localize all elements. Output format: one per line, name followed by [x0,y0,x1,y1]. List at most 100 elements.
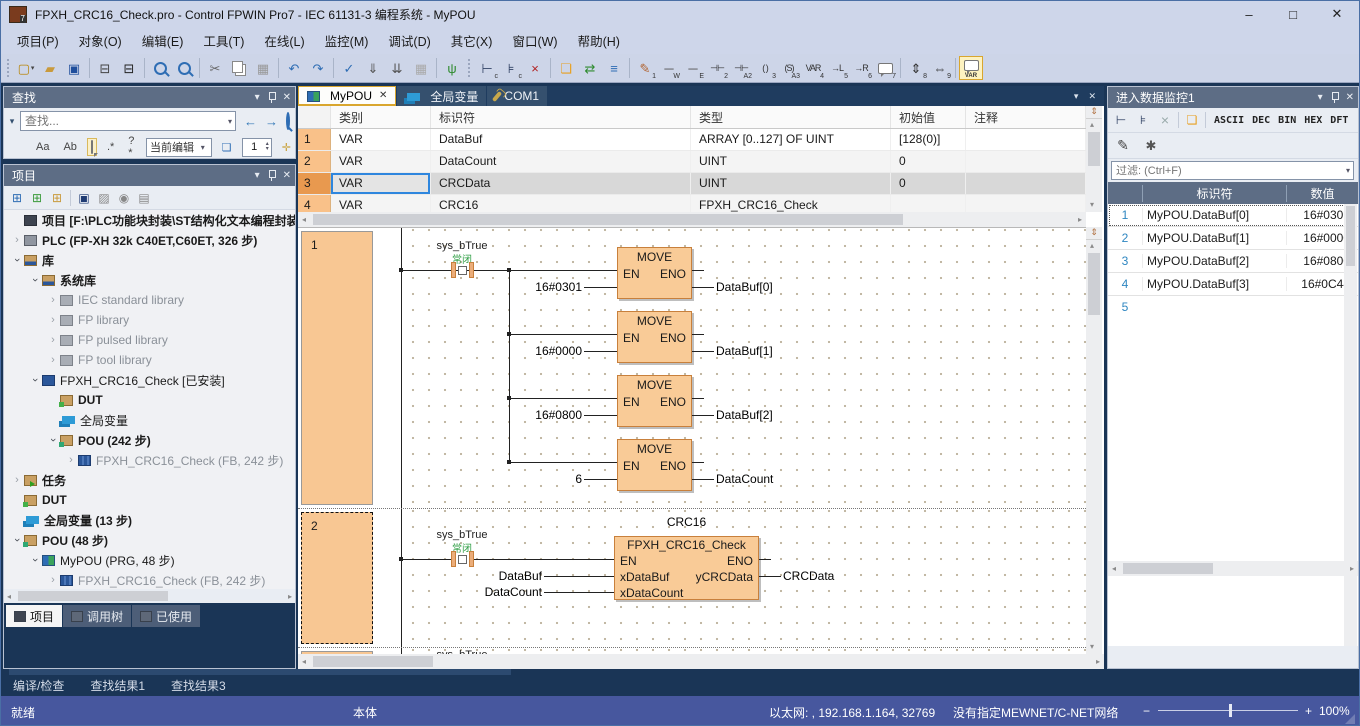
tree-item-1[interactable]: ›PLC (FP-XH 32k C40ET,C60ET, 326 步) [4,230,295,250]
find-next-button[interactable]: → [265,114,278,129]
align-button[interactable]: ≡ [602,56,626,80]
compile-all-button[interactable]: ⇊ [385,56,409,80]
menu-edit[interactable]: 编辑(E) [132,27,194,54]
match-word-toggle[interactable]: Ab [59,138,80,156]
settings-gear-icon[interactable]: ✱ [1142,137,1160,155]
format-dec-button[interactable]: DEC [1252,115,1270,126]
type-cell[interactable]: FPXH_CRC16_Check [691,195,891,212]
page-setup-button[interactable]: ⊟ [93,56,117,80]
monitor-filter-input[interactable] [1112,165,1346,177]
find-results-1-tab[interactable]: 查找结果1 [90,677,145,694]
pages-icon[interactable]: ❏ [218,138,236,157]
comment-cell[interactable] [966,129,1086,150]
monitor-hscrollbar[interactable]: ◂ ▸ [1108,561,1358,576]
chevron-closed-icon[interactable]: › [10,474,24,486]
variable-tool-button[interactable]: VAR4 [801,56,825,80]
tab-mypou[interactable]: MyPOU✕ [298,86,396,106]
tab-close-icon[interactable]: ✕ [379,90,387,101]
comment-cell[interactable] [966,173,1086,194]
dest-operand[interactable]: DataBuf[1] [716,344,773,358]
save-project-button[interactable]: ▣ [62,56,86,80]
row-number-cell[interactable]: 4 [298,195,331,212]
project-tree-hscrollbar[interactable]: ◂ ▸ [4,589,295,603]
ladder-hscrollbar[interactable]: ◂ ▸ [298,654,1104,669]
close-icon[interactable]: ✕ [283,171,291,181]
identifier-cell[interactable]: MyPOU.DataBuf[3] [1142,277,1286,291]
undo-button[interactable]: ↶ [282,56,306,80]
delete-network-button[interactable]: × [523,56,547,80]
zoom-in-button[interactable]: + [1305,704,1312,718]
maximize-button[interactable]: □ [1271,1,1315,27]
object-order-icon[interactable]: ❏ [1183,111,1201,129]
tree-item-18[interactable]: ›FPXH_CRC16_Check (FB, 242 步) [4,570,295,589]
tab-com1[interactable]: COM1 [487,86,547,106]
class-cell[interactable]: VAR [331,129,431,150]
insert-network-after-button[interactable]: ⊧c [499,56,523,80]
wildcard-toggle[interactable]: ?* [124,132,140,162]
panel-menu-icon[interactable]: ▾ [255,93,260,103]
insert-column-button[interactable]: ⇔9 [928,56,952,80]
chevron-open-icon[interactable]: › [29,373,41,387]
initial-value-cell[interactable] [891,195,966,212]
move-block-2[interactable]: MOVEENENO [617,311,692,363]
tree-item-11[interactable]: ›POU (242 步) [4,430,295,450]
tree-item-13[interactable]: ›任务 [4,470,295,490]
menu-others[interactable]: 其它(X) [441,27,503,54]
variable-row-1[interactable]: 1VARDataBufARRAY [0..127] OF UINT[128(0)… [298,129,1086,151]
format-ascii-button[interactable]: ASCII [1214,115,1244,126]
properties-button[interactable]: ▣ [75,189,93,207]
check-program-button[interactable]: ✓ [337,56,361,80]
insert-network-before-button[interactable]: ⊢c [475,56,499,80]
contact-symbol[interactable] [451,551,456,567]
search-input[interactable] [21,114,228,128]
close-button[interactable]: ✕ [1315,1,1359,27]
find-previous-button[interactable]: ← [244,114,257,129]
type-cell[interactable]: ARRAY [0..127] OF UINT [691,129,891,150]
network-1-number-cell[interactable]: 1 [301,231,373,505]
used-tab[interactable]: 已使用 [132,605,200,627]
chevron-open-icon[interactable]: › [29,553,41,567]
variable-row-3[interactable]: 3VARCRCDataUINT0 [298,173,1086,195]
dest-operand[interactable]: DataCount [716,472,773,486]
format-dft-button[interactable]: DFT [1330,115,1348,126]
monitor-variables-toggle[interactable]: VAR [959,56,983,80]
class-cell[interactable]: VAR [331,151,431,172]
identifier-cell[interactable]: DataBuf [431,129,691,150]
menu-online[interactable]: 在线(L) [254,27,314,54]
move-block-1[interactable]: MOVEENENO [617,247,692,299]
object-order-button[interactable]: ❏ [554,56,578,80]
comment-tool-button[interactable]: 7 [873,56,897,80]
panel-menu-icon[interactable]: ▾ [255,171,260,181]
tree-item-17[interactable]: ›MyPOU (PRG, 48 步) [4,550,295,570]
contact-symbol[interactable] [451,262,456,278]
tree-item-10[interactable]: 全局变量 [4,410,295,430]
source-operand[interactable]: 16#0000 [472,344,582,358]
print-button[interactable]: ⊟ [117,56,141,80]
menu-project[interactable]: 项目(P) [7,27,69,54]
line-east-tool-button[interactable]: ─E [681,56,705,80]
resize-grip[interactable] [1345,714,1355,724]
chevron-open-icon[interactable]: › [11,253,23,267]
tree-item-6[interactable]: ›FP pulsed library [4,330,295,350]
tab-global-vars[interactable]: 全局变量 [397,86,486,106]
add-to-list-icon[interactable]: ✛ [278,138,295,157]
line-west-tool-button[interactable]: ─W [657,56,681,80]
output-right-tool-button[interactable]: →R6 [849,56,873,80]
cut-button[interactable]: ✂ [203,56,227,80]
chevron-closed-icon[interactable]: › [46,314,60,326]
regex-toggle[interactable]: .* [103,138,118,156]
contact-p-tool-button[interactable]: ⊣⊢A2 [729,56,753,80]
copy-button[interactable] [227,56,251,80]
rebuild-button[interactable]: ▦ [409,56,433,80]
type-cell[interactable]: UINT [691,173,891,194]
match-case-toggle[interactable]: Aa [32,138,53,156]
edit-pencil-icon[interactable]: ✎ [1114,137,1132,155]
online-mode-button[interactable]: ψ [440,56,464,80]
compile-check-tab[interactable]: 编译/检查 [13,677,64,694]
initial-value-cell[interactable]: 0 [891,151,966,172]
filter-dropdown-icon[interactable]: ▾ [1346,166,1353,175]
row-number-cell[interactable]: 1 [298,129,331,150]
paste-button[interactable]: ▦ [251,56,275,80]
identifier-cell[interactable]: DataCount [431,151,691,172]
tree-item-2[interactable]: ›库 [4,250,295,270]
